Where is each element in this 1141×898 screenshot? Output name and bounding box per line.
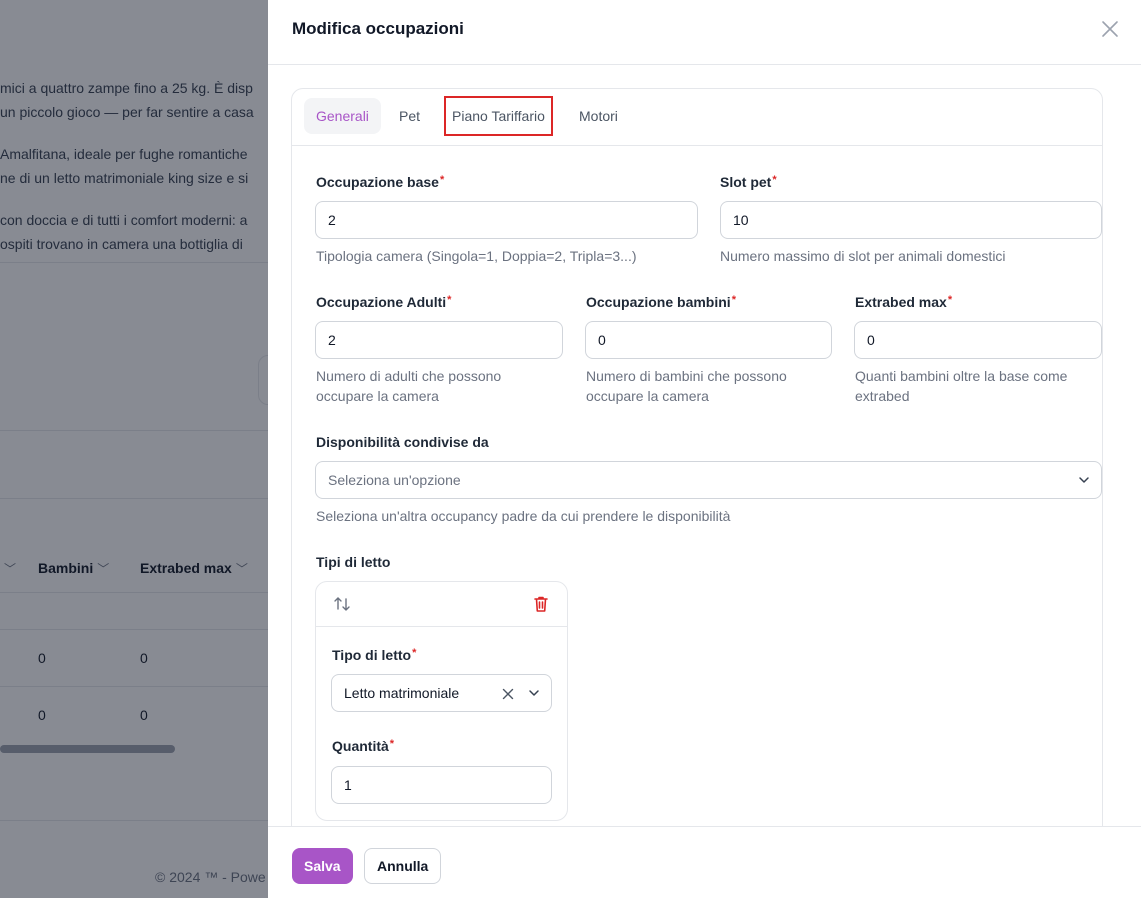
form-card: Generali Pet Piano Tariffario Motori Occ… (291, 88, 1103, 826)
occupazione-adulti-input[interactable] (315, 321, 563, 359)
save-button[interactable]: Salva (292, 848, 353, 884)
occupazione-bambini-help: Numero di bambini che possono occupare l… (586, 368, 787, 404)
drawer-title: Modifica occupazioni (292, 19, 464, 38)
extrabed-max-label: Extrabed max* (855, 294, 952, 310)
close-button[interactable] (1099, 18, 1121, 40)
occupazione-adulti-help: Numero di adulti che possono occupare la… (316, 368, 502, 404)
disponibilita-help: Seleziona un'altra occupancy padre da cu… (316, 508, 731, 524)
clear-icon[interactable] (501, 687, 515, 701)
required-mark: * (439, 174, 445, 186)
drawer-header: Modifica occupazioni (268, 0, 1141, 65)
occupazione-base-input[interactable] (315, 201, 698, 239)
drawer-body[interactable]: Generali Pet Piano Tariffario Motori Occ… (268, 65, 1141, 826)
label-text: Occupazione bambini (586, 294, 731, 310)
tab-piano-tariffario[interactable]: Piano Tariffario (444, 96, 553, 136)
chevron-down-icon (1079, 477, 1089, 483)
required-mark: * (731, 294, 736, 306)
disponibilita-label: Disponibilità condivise da (316, 434, 489, 450)
occupazione-bambini-label: Occupazione bambini* (586, 294, 736, 310)
tipo-di-letto-label: Tipo di letto* (332, 647, 416, 663)
slot-pet-help: Numero massimo di slot per animali domes… (720, 248, 1006, 264)
bed-repeater-item: Tipo di letto* Letto matrimoniale Quanti… (315, 581, 568, 821)
bed-item-header (316, 582, 567, 627)
tab-bar: Generali Pet Piano Tariffario Motori (292, 89, 1102, 146)
extrabed-max-input[interactable] (854, 321, 1102, 359)
tipo-di-letto-select[interactable]: Letto matrimoniale (331, 674, 552, 712)
tab-pet[interactable]: Pet (387, 98, 432, 134)
occupazione-base-label: Occupazione base* (316, 174, 444, 190)
required-mark: * (389, 738, 395, 750)
label-text: Quantità (332, 738, 389, 754)
tab-generali[interactable]: Generali (304, 98, 381, 134)
chevron-down-icon (529, 690, 539, 696)
slot-pet-input[interactable] (720, 201, 1102, 239)
required-mark: * (772, 174, 777, 186)
cancel-button[interactable]: Annulla (364, 848, 442, 884)
occupazione-bambini-input[interactable] (585, 321, 832, 359)
sort-arrows-icon[interactable] (332, 594, 352, 614)
required-mark: * (947, 294, 953, 306)
select-value: Letto matrimoniale (344, 685, 460, 701)
trash-icon[interactable] (531, 594, 551, 614)
required-mark: * (447, 294, 452, 306)
label-text: Tipo di letto (332, 647, 412, 663)
label-text: Occupazione Adulti (316, 294, 447, 310)
select-placeholder: Seleziona un'opzione (328, 472, 461, 488)
label-text: Occupazione base (316, 174, 439, 190)
occupazione-adulti-label: Occupazione Adulti* (316, 294, 451, 310)
edit-occupancy-drawer: Modifica occupazioni Generali Pet Piano … (268, 0, 1141, 898)
extrabed-max-help: Quanti bambini oltre la base come extrab… (855, 368, 1068, 404)
occupazione-base-help: Tipologia camera (Singola=1, Doppia=2, T… (316, 248, 637, 264)
drawer-footer: Salva Annulla (268, 826, 1141, 898)
slot-pet-label: Slot pet* (720, 174, 777, 190)
required-mark: * (412, 647, 417, 659)
quantita-label: Quantità* (332, 738, 394, 754)
disponibilita-select[interactable]: Seleziona un'opzione (315, 461, 1102, 499)
tab-motori[interactable]: Motori (567, 98, 630, 134)
close-icon (1102, 21, 1118, 37)
tipi-di-letto-label: Tipi di letto (316, 554, 391, 570)
quantita-input[interactable] (331, 766, 552, 804)
label-text: Slot pet (720, 174, 772, 190)
label-text: Extrabed max (855, 294, 947, 310)
